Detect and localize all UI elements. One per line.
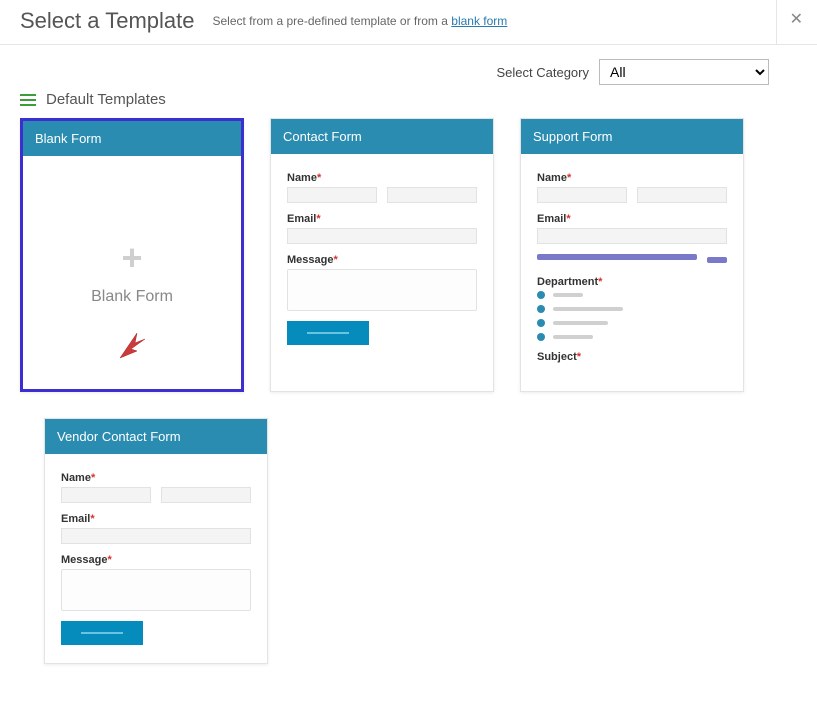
close-button[interactable]: ✕: [790, 9, 803, 29]
textarea-placeholder: [61, 569, 251, 611]
input-placeholder: [637, 187, 727, 203]
dialog-subtitle: Select from a pre-defined template or fr…: [212, 14, 507, 28]
field-email: Email*: [537, 213, 727, 244]
field-label: Email*: [287, 213, 477, 225]
card-body: Name* Email* Department* Subject*: [521, 154, 743, 391]
textarea-placeholder: [287, 269, 477, 311]
category-select[interactable]: All: [599, 59, 769, 85]
field-message: Message*: [61, 554, 251, 611]
card-header: Contact Form: [271, 119, 493, 154]
field-label: Message*: [61, 554, 251, 566]
input-placeholder: [287, 187, 377, 203]
card-body: Name* Email* Message*: [271, 154, 493, 391]
radio-option: [537, 333, 727, 341]
input-placeholder: [61, 528, 251, 544]
card-body: + Blank Form: [23, 156, 241, 389]
card-header: Blank Form: [23, 121, 241, 156]
field-name: Name*: [287, 172, 477, 203]
field-label: Name*: [537, 172, 727, 184]
close-icon: ✕: [790, 11, 803, 28]
field-skeleton: [537, 254, 727, 266]
dialog-title: Select a Template: [20, 8, 194, 34]
template-card-vendor[interactable]: Vendor Contact Form Name* Email* Message…: [44, 418, 268, 664]
field-email: Email*: [287, 213, 477, 244]
field-label: Email*: [61, 513, 251, 525]
toolbar: Select Category All: [0, 45, 817, 85]
input-placeholder: [61, 487, 151, 503]
section-title: Default Templates: [46, 91, 166, 108]
field-label: Name*: [287, 172, 477, 184]
template-card-support[interactable]: Support Form Name* Email* Department*: [520, 118, 744, 392]
plus-icon: +: [121, 240, 142, 276]
field-label: Message*: [287, 254, 477, 266]
header-divider: [776, 0, 777, 44]
subtitle-text: Select from a pre-defined template or fr…: [212, 14, 451, 28]
blank-form-link[interactable]: blank form: [451, 14, 507, 28]
hamburger-icon: [20, 94, 36, 106]
blank-form-label: Blank Form: [91, 288, 173, 306]
field-subject: Subject*: [537, 351, 727, 363]
input-placeholder: [537, 228, 727, 244]
radio-option: [537, 291, 727, 299]
radio-option: [537, 305, 727, 313]
section-header: Default Templates: [0, 85, 817, 118]
category-label: Select Category: [497, 65, 590, 80]
input-placeholder: [287, 228, 477, 244]
field-name: Name*: [61, 472, 251, 503]
template-grid: Blank Form + Blank Form Contact Form Nam…: [0, 118, 817, 694]
radio-option: [537, 319, 727, 327]
field-label: Department*: [537, 276, 727, 288]
template-card-blank[interactable]: Blank Form + Blank Form: [20, 118, 244, 392]
input-placeholder: [537, 187, 627, 203]
template-card-contact[interactable]: Contact Form Name* Email* Message*: [270, 118, 494, 392]
field-message: Message*: [287, 254, 477, 311]
field-label: Name*: [61, 472, 251, 484]
input-placeholder: [161, 487, 251, 503]
field-department: Department*: [537, 276, 727, 341]
card-body: Name* Email* Message*: [45, 454, 267, 663]
submit-button-placeholder: [287, 321, 369, 345]
dialog-header: Select a Template Select from a pre-defi…: [0, 0, 817, 45]
submit-button-placeholder: [61, 621, 143, 645]
cursor-arrow-icon: [117, 327, 147, 361]
field-name: Name*: [537, 172, 727, 203]
input-placeholder: [387, 187, 477, 203]
field-email: Email*: [61, 513, 251, 544]
card-header: Support Form: [521, 119, 743, 154]
field-label: Subject*: [537, 351, 727, 363]
card-header: Vendor Contact Form: [45, 419, 267, 454]
field-label: Email*: [537, 213, 727, 225]
